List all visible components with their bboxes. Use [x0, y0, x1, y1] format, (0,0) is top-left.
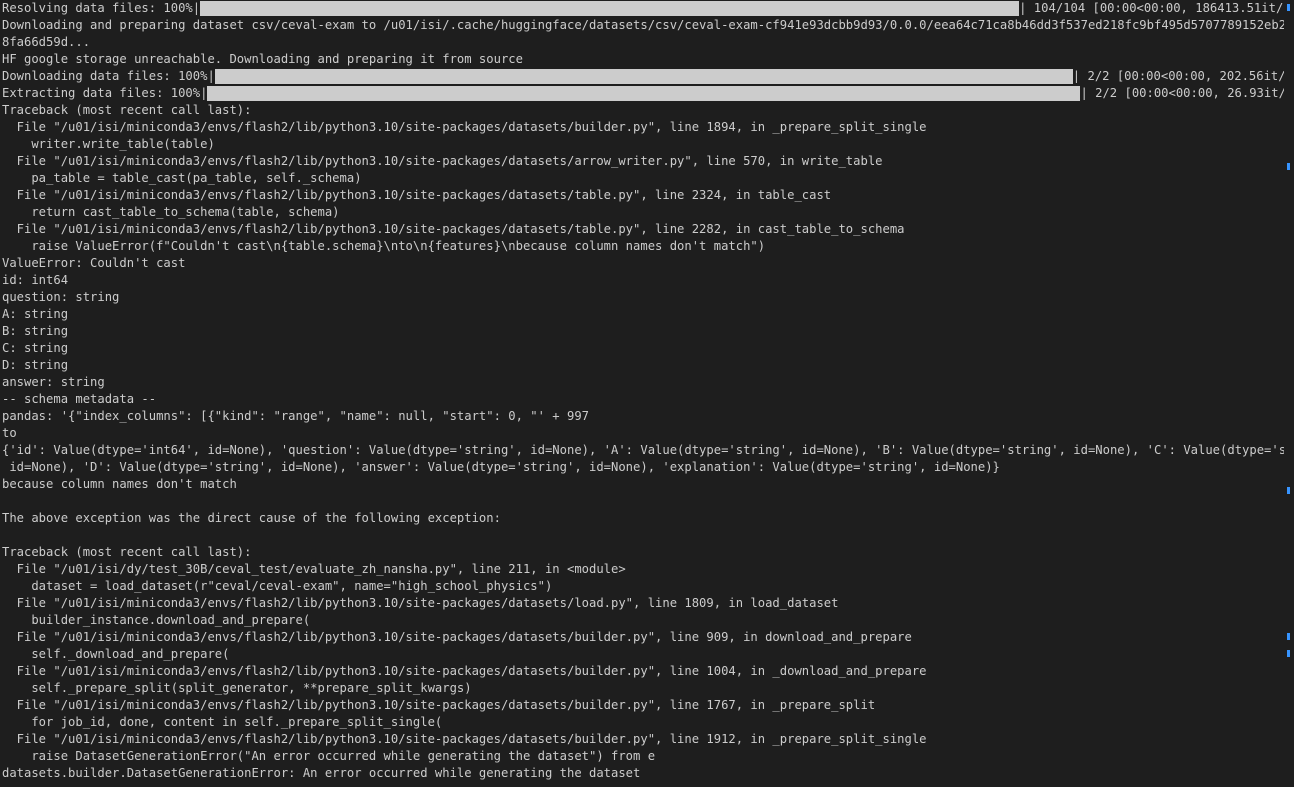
- schema-line: B: string: [2, 324, 69, 338]
- traceback-line: return cast_table_to_schema(table, schem…: [2, 205, 340, 219]
- output-line: to: [2, 426, 17, 440]
- progress-label: Resolving data files: 100%|: [2, 1, 201, 15]
- traceback-line: raise ValueError(f"Couldn't cast\n{table…: [2, 239, 766, 253]
- traceback-line: File "/u01/isi/miniconda3/envs/flash2/li…: [2, 154, 883, 168]
- schema-line: answer: string: [2, 375, 105, 389]
- output-line: {'id': Value(dtype='int64', id=None), 'q…: [2, 443, 1284, 457]
- progress-bar: [207, 86, 1081, 101]
- scroll-marker: [1287, 487, 1290, 494]
- schema-line: A: string: [2, 307, 69, 321]
- schema-line: pandas: '{"index_columns": [{"kind": "ra…: [2, 409, 589, 423]
- output-line: HF google storage unreachable. Downloadi…: [2, 52, 523, 66]
- progress-line-extracting: Extracting data files: 100%| | 2/2 [00:0…: [0, 85, 1284, 102]
- traceback-line: raise DatasetGenerationError("An error o…: [2, 749, 656, 763]
- traceback-line: File "/u01/isi/dy/test_30B/ceval_test/ev…: [2, 562, 626, 576]
- traceback-line: File "/u01/isi/miniconda3/envs/flash2/li…: [2, 732, 927, 746]
- progress-bar: [214, 69, 1073, 84]
- schema-line: question: string: [2, 290, 120, 304]
- output-line: The above exception was the direct cause…: [2, 511, 501, 525]
- scroll-marker: [1287, 163, 1290, 170]
- scroll-marker: [1287, 633, 1290, 640]
- progress-stats: 2/2 [00:00<00:00, 26.93it/s]: [1087, 86, 1284, 100]
- output-line: 8fa66d59d...: [2, 35, 91, 49]
- traceback-line: File "/u01/isi/miniconda3/envs/flash2/li…: [2, 630, 912, 644]
- progress-bar-end: |: [1080, 86, 1088, 100]
- progress-bar-end: |: [1072, 69, 1081, 83]
- error-line: datasets.builder.DatasetGenerationError:…: [2, 766, 641, 780]
- schema-line: -- schema metadata --: [2, 392, 157, 406]
- traceback-line: File "/u01/isi/miniconda3/envs/flash2/li…: [2, 664, 927, 678]
- schema-line: id: int64: [2, 273, 69, 287]
- progress-line-downloading: Downloading data files: 100%| | 2/2 [00:…: [0, 68, 1284, 85]
- traceback-line: File "/u01/isi/miniconda3/envs/flash2/li…: [2, 698, 876, 712]
- progress-bar-end: |: [1019, 1, 1027, 15]
- output-line: because column names don't match: [2, 477, 237, 491]
- scroll-marker: [1287, 4, 1290, 11]
- output-line: id=None), 'D': Value(dtype='string', id=…: [2, 460, 1000, 474]
- traceback-line: builder_instance.download_and_prepare(: [2, 613, 311, 627]
- schema-line: D: string: [2, 358, 69, 372]
- traceback-line: for job_id, done, content in self._prepa…: [2, 715, 443, 729]
- progress-label: Downloading data files: 100%|: [2, 69, 215, 83]
- terminal-output[interactable]: Resolving data files: 100%| | 104/104 [0…: [0, 0, 1284, 787]
- traceback-line: Traceback (most recent call last):: [2, 545, 252, 559]
- traceback-line: File "/u01/isi/miniconda3/envs/flash2/li…: [2, 596, 839, 610]
- traceback-line: pa_table = table_cast(pa_table, self._sc…: [2, 171, 362, 185]
- traceback-line: self._prepare_split(split_generator, **p…: [2, 681, 472, 695]
- progress-line-resolving: Resolving data files: 100%| | 104/104 [0…: [0, 0, 1284, 17]
- traceback-line: File "/u01/isi/miniconda3/envs/flash2/li…: [2, 188, 832, 202]
- traceback-line: dataset = load_dataset(r"ceval/ceval-exa…: [2, 579, 553, 593]
- progress-stats: 2/2 [00:00<00:00, 202.56it/s]: [1080, 69, 1284, 83]
- traceback-line: File "/u01/isi/miniconda3/envs/flash2/li…: [2, 222, 905, 236]
- progress-label: Extracting data files: 100%|: [2, 86, 208, 100]
- traceback-line: self._download_and_prepare(: [2, 647, 230, 661]
- traceback-line: Traceback (most recent call last):: [2, 103, 252, 117]
- overview-ruler[interactable]: [1284, 0, 1294, 787]
- traceback-line: File "/u01/isi/miniconda3/envs/flash2/li…: [2, 120, 927, 134]
- progress-stats: 104/104 [00:00<00:00, 186413.51it/s]: [1026, 1, 1284, 15]
- error-line: ValueError: Couldn't cast: [2, 256, 186, 270]
- schema-line: C: string: [2, 341, 69, 355]
- progress-bar: [200, 1, 1020, 16]
- scroll-marker: [1287, 650, 1290, 657]
- output-line: Downloading and preparing dataset csv/ce…: [2, 18, 1284, 32]
- traceback-line: writer.write_table(table): [2, 137, 215, 151]
